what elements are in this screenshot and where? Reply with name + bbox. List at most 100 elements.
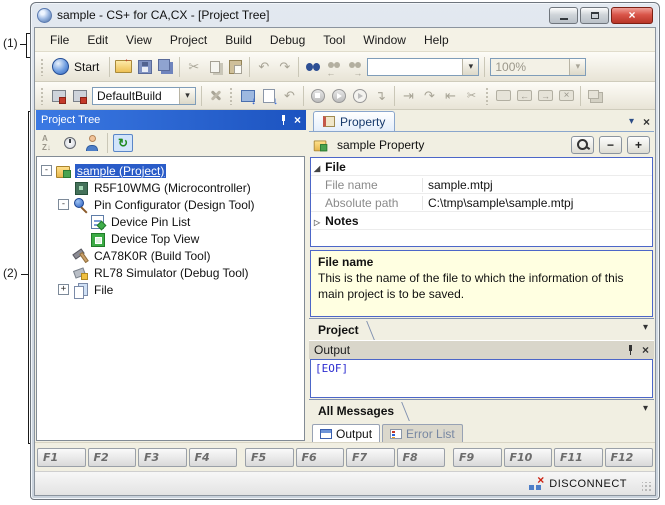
tree-item[interactable]: CA78K0R (Build Tool) [37,247,304,264]
output-close-icon[interactable]: × [642,344,649,356]
stop-icon[interactable] [308,86,327,105]
collapse-all-button[interactable]: − [599,136,622,154]
menu-item-debug[interactable]: Debug [261,31,314,49]
project-tree-close-icon[interactable]: × [294,114,301,126]
property-value[interactable]: sample.mtpj [423,178,652,192]
cascade-windows-icon[interactable] [585,86,604,105]
fkey-f10-button[interactable]: F10 [504,448,553,467]
toolbar-grip[interactable] [229,87,234,105]
fkey-f2-button[interactable]: F2 [88,448,137,467]
output-pin-icon[interactable] [626,345,635,355]
tab-property[interactable]: Property [313,111,395,131]
build-project-icon[interactable] [49,86,68,105]
fkey-f1-button[interactable]: F1 [37,448,86,467]
tree-item[interactable]: Device Top View [37,230,304,247]
rebuild-project-icon[interactable] [70,86,89,105]
window-frame-icon[interactable] [494,86,513,105]
property-close-icon[interactable]: × [643,116,650,128]
maximize-button[interactable] [580,7,609,24]
find-forward-icon[interactable] [345,57,364,76]
tree-item[interactable]: RL78 Simulator (Debug Tool) [37,264,304,281]
expand-box-icon[interactable]: + [58,284,69,295]
menu-item-project[interactable]: Project [161,31,216,49]
build-mode-dropdown[interactable] [179,88,195,104]
fkey-f3-button[interactable]: F3 [138,448,187,467]
menu-item-window[interactable]: Window [354,31,415,49]
property-row[interactable]: File namesample.mtpj [311,176,652,194]
property-category[interactable]: Notes [311,212,652,230]
messages-chevron-icon[interactable]: ▾ [643,404,648,414]
output-titlebar[interactable]: Output × [309,340,654,359]
reset-icon[interactable] [280,86,299,105]
tree-item[interactable]: R5F10WMG (Microcontroller) [37,179,304,196]
tab-output[interactable]: Output [312,424,380,442]
tab-error-list[interactable]: Error List [382,424,463,442]
property-grid[interactable]: FileFile namesample.mtpjAbsolute pathC:\… [310,157,653,247]
property-value[interactable]: C:\tmp\sample\sample.mtpj [423,196,652,210]
resize-grip[interactable] [642,482,652,492]
project-tree-titlebar[interactable]: Project Tree × [36,110,306,130]
find-backward-icon[interactable] [324,57,343,76]
tree-item[interactable]: Device Pin List [37,213,304,230]
menu-item-help[interactable]: Help [415,31,458,49]
frame-close-icon[interactable] [557,86,576,105]
fkey-f8-button[interactable]: F8 [397,448,446,467]
step-in-icon[interactable] [399,86,418,105]
sort-icon[interactable] [38,134,58,152]
tree-item[interactable]: -sample (Project) [37,162,304,179]
tab-project[interactable]: Project [309,321,373,339]
frame-forward-icon[interactable] [536,86,555,105]
refresh-icon[interactable] [113,134,133,152]
copy-icon[interactable] [205,57,224,76]
tree-item[interactable]: +File [37,281,304,298]
collapse-box-icon[interactable]: - [58,199,69,210]
toolbar-grip[interactable] [485,87,490,105]
property-search-button[interactable] [571,136,594,154]
open-file-icon[interactable] [114,57,133,76]
build-tool-settings-icon[interactable] [206,86,225,105]
menu-item-tool[interactable]: Tool [314,31,354,49]
toolbar-grip[interactable] [40,87,45,105]
fkey-f9-button[interactable]: F9 [453,448,502,467]
cut-icon[interactable] [184,57,203,76]
search-combobox[interactable] [367,58,479,76]
find-icon[interactable] [303,57,322,76]
menu-item-edit[interactable]: Edit [78,31,117,49]
user-icon[interactable] [82,134,102,152]
fkey-f5-button[interactable]: F5 [245,448,294,467]
tree-item[interactable]: -Pin Configurator (Design Tool) [37,196,304,213]
tab-all-messages[interactable]: All Messages [309,402,408,420]
build-mode-combobox[interactable]: DefaultBuild [92,87,196,105]
minimize-button[interactable] [549,7,578,24]
output-console[interactable]: [EOF] [310,359,653,398]
property-category[interactable]: File [311,158,652,176]
menu-item-view[interactable]: View [117,31,161,49]
project-tree-list[interactable]: -sample (Project)R5F10WMG (Microcontroll… [36,156,305,441]
fkey-f11-button[interactable]: F11 [554,448,603,467]
search-combobox-dropdown[interactable] [462,59,478,75]
frame-back-icon[interactable] [515,86,534,105]
paste-icon[interactable] [226,57,245,76]
menu-item-build[interactable]: Build [216,31,261,49]
fkey-f7-button[interactable]: F7 [346,448,395,467]
fkey-f6-button[interactable]: F6 [296,448,345,467]
download-icon[interactable] [259,86,278,105]
toolbar-grip[interactable] [40,58,45,76]
disconnect-debugger-icon[interactable] [462,86,481,105]
fkey-f12-button[interactable]: F12 [605,448,654,467]
expand-all-button[interactable]: + [627,136,650,154]
panel-menu-chevron-icon[interactable]: ▾ [629,117,634,127]
save-all-icon[interactable] [156,57,175,76]
menu-item-file[interactable]: File [41,31,78,49]
ignore-break-go-icon[interactable] [350,86,369,105]
restart-icon[interactable] [371,86,390,105]
title-bar[interactable]: sample - CS+ for CA,CX - [Project Tree] … [31,3,659,27]
close-button[interactable]: × [611,7,653,24]
go-icon[interactable] [329,86,348,105]
history-icon[interactable] [60,134,80,152]
bottom-tab-chevron-icon[interactable]: ▾ [643,323,648,333]
auto-hide-pin-icon[interactable] [279,115,288,125]
undo-icon[interactable] [254,57,273,76]
redo-icon[interactable] [275,57,294,76]
start-button[interactable]: Start [48,57,106,76]
